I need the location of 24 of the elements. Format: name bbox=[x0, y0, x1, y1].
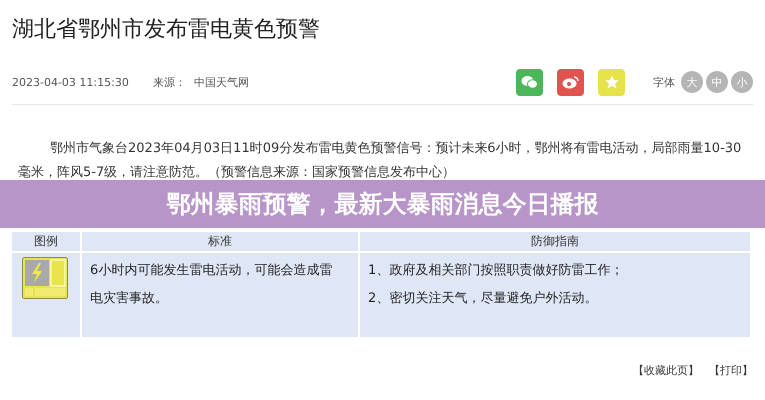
article-body: 鄂州市气象台2023年04月03日11时09分发布雷电黄色预警信号：预计未来6小时，鄂州将有雷电活动，局部雨量10-30毫米，阵风5-7级，请注意防范。（预警信息来源：国家预警信息发布中心） bbox=[18, 140, 742, 182]
source-name: 中国天气网 bbox=[194, 74, 249, 90]
column-header: 标准 bbox=[82, 232, 358, 251]
source-label: 来源： bbox=[152, 74, 186, 90]
warning-sign-icon bbox=[22, 257, 68, 299]
column-header: 防御指南 bbox=[360, 232, 750, 251]
share-button[interactable] bbox=[516, 68, 543, 96]
guide-item: 2、密切关注天气，尽量避免户外活动。 bbox=[368, 290, 598, 308]
table-cell: 6小时内可能发生雷电活动，可能会造成雷电灾害事故。 bbox=[82, 253, 358, 337]
font-size-button[interactable]: 大 bbox=[681, 71, 703, 93]
font-size-button[interactable]: 小 bbox=[731, 71, 753, 93]
font-size-button[interactable]: 中 bbox=[706, 71, 728, 93]
footer-link[interactable]: 【收藏此页】 bbox=[633, 363, 699, 378]
share-button[interactable] bbox=[557, 68, 584, 96]
headline-banner: 鄂州暴雨预警，最新大暴雨消息今日播报 bbox=[0, 180, 765, 228]
publish-date: 2023-04-03 11:15:30 bbox=[12, 76, 129, 88]
footer-link[interactable]: 【打印】 bbox=[709, 363, 753, 378]
guide-item: 1、政府及相关部门按照职责做好防雷工作； bbox=[368, 262, 624, 280]
eye-swirl-icon bbox=[562, 75, 579, 89]
article-title: 湖北省鄂州市发布雷电黄色预警 bbox=[12, 16, 321, 44]
font-size-label: 字体 bbox=[653, 74, 675, 90]
column-header: 图例 bbox=[12, 232, 80, 251]
star-icon bbox=[604, 74, 620, 90]
chat-bubbles-icon bbox=[521, 75, 538, 89]
